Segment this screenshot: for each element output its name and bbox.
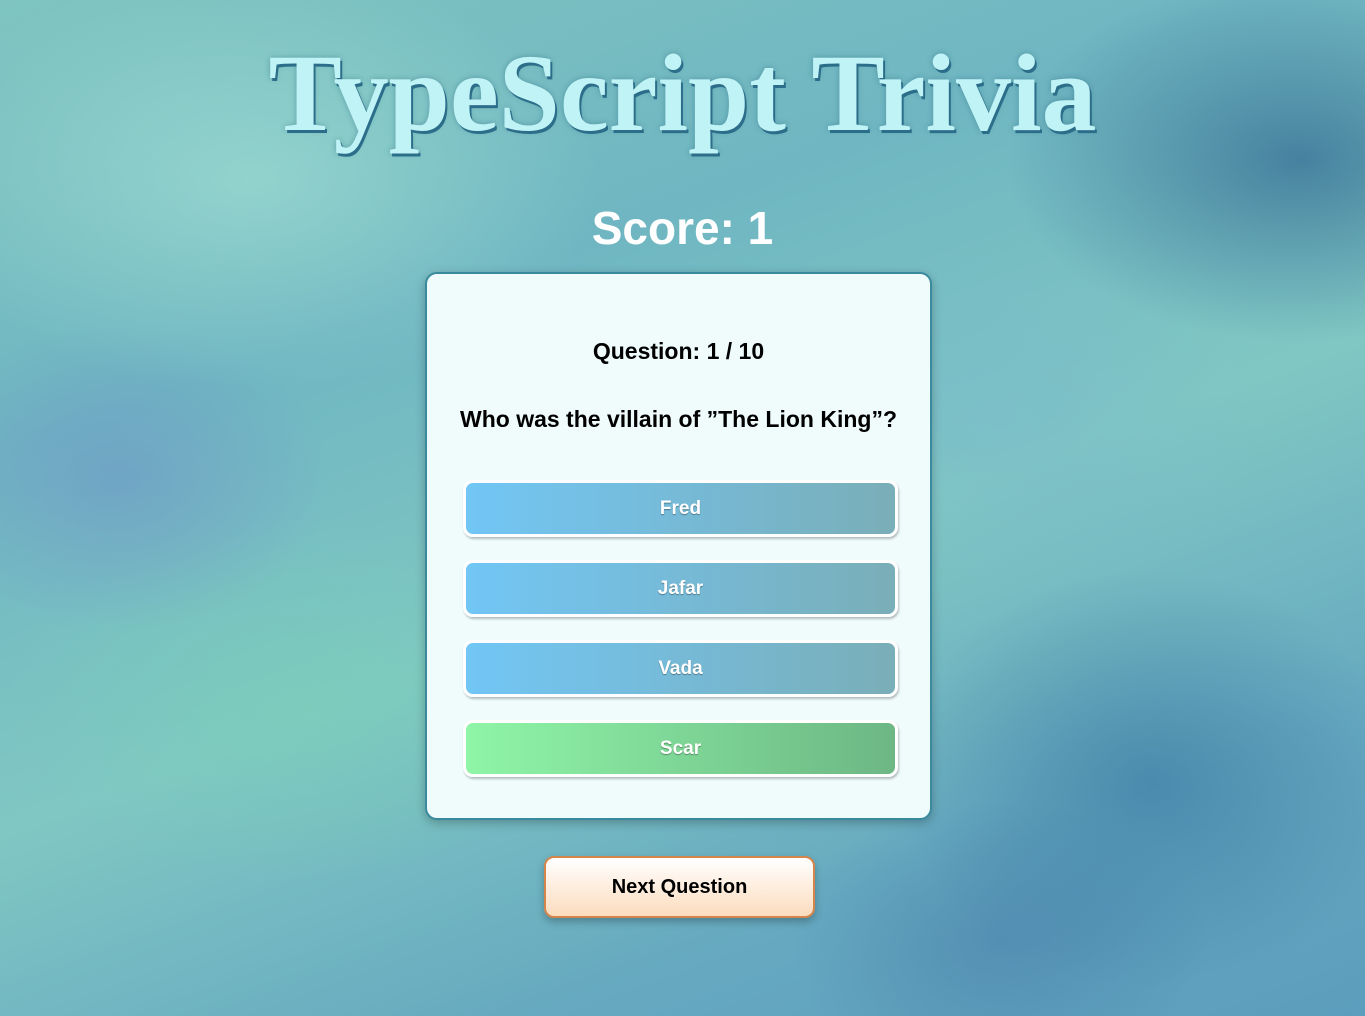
page-title: TypeScript Trivia (268, 32, 1097, 154)
question-card: Question: 1 / 10 Who was the villain of … (425, 272, 932, 820)
question-number: Question: 1 / 10 (592, 338, 765, 364)
question-text: Who was the villain of ”The Lion King”? (460, 406, 897, 432)
answer-button-jafar[interactable]: Jafar (463, 560, 898, 617)
answer-button-scar[interactable]: Scar (463, 720, 898, 777)
answer-button-fred[interactable]: Fred (463, 480, 898, 537)
answer-button-vada[interactable]: Vada (463, 640, 898, 697)
score-display: Score: 1 (591, 202, 774, 254)
next-question-button[interactable]: Next Question (544, 856, 815, 918)
